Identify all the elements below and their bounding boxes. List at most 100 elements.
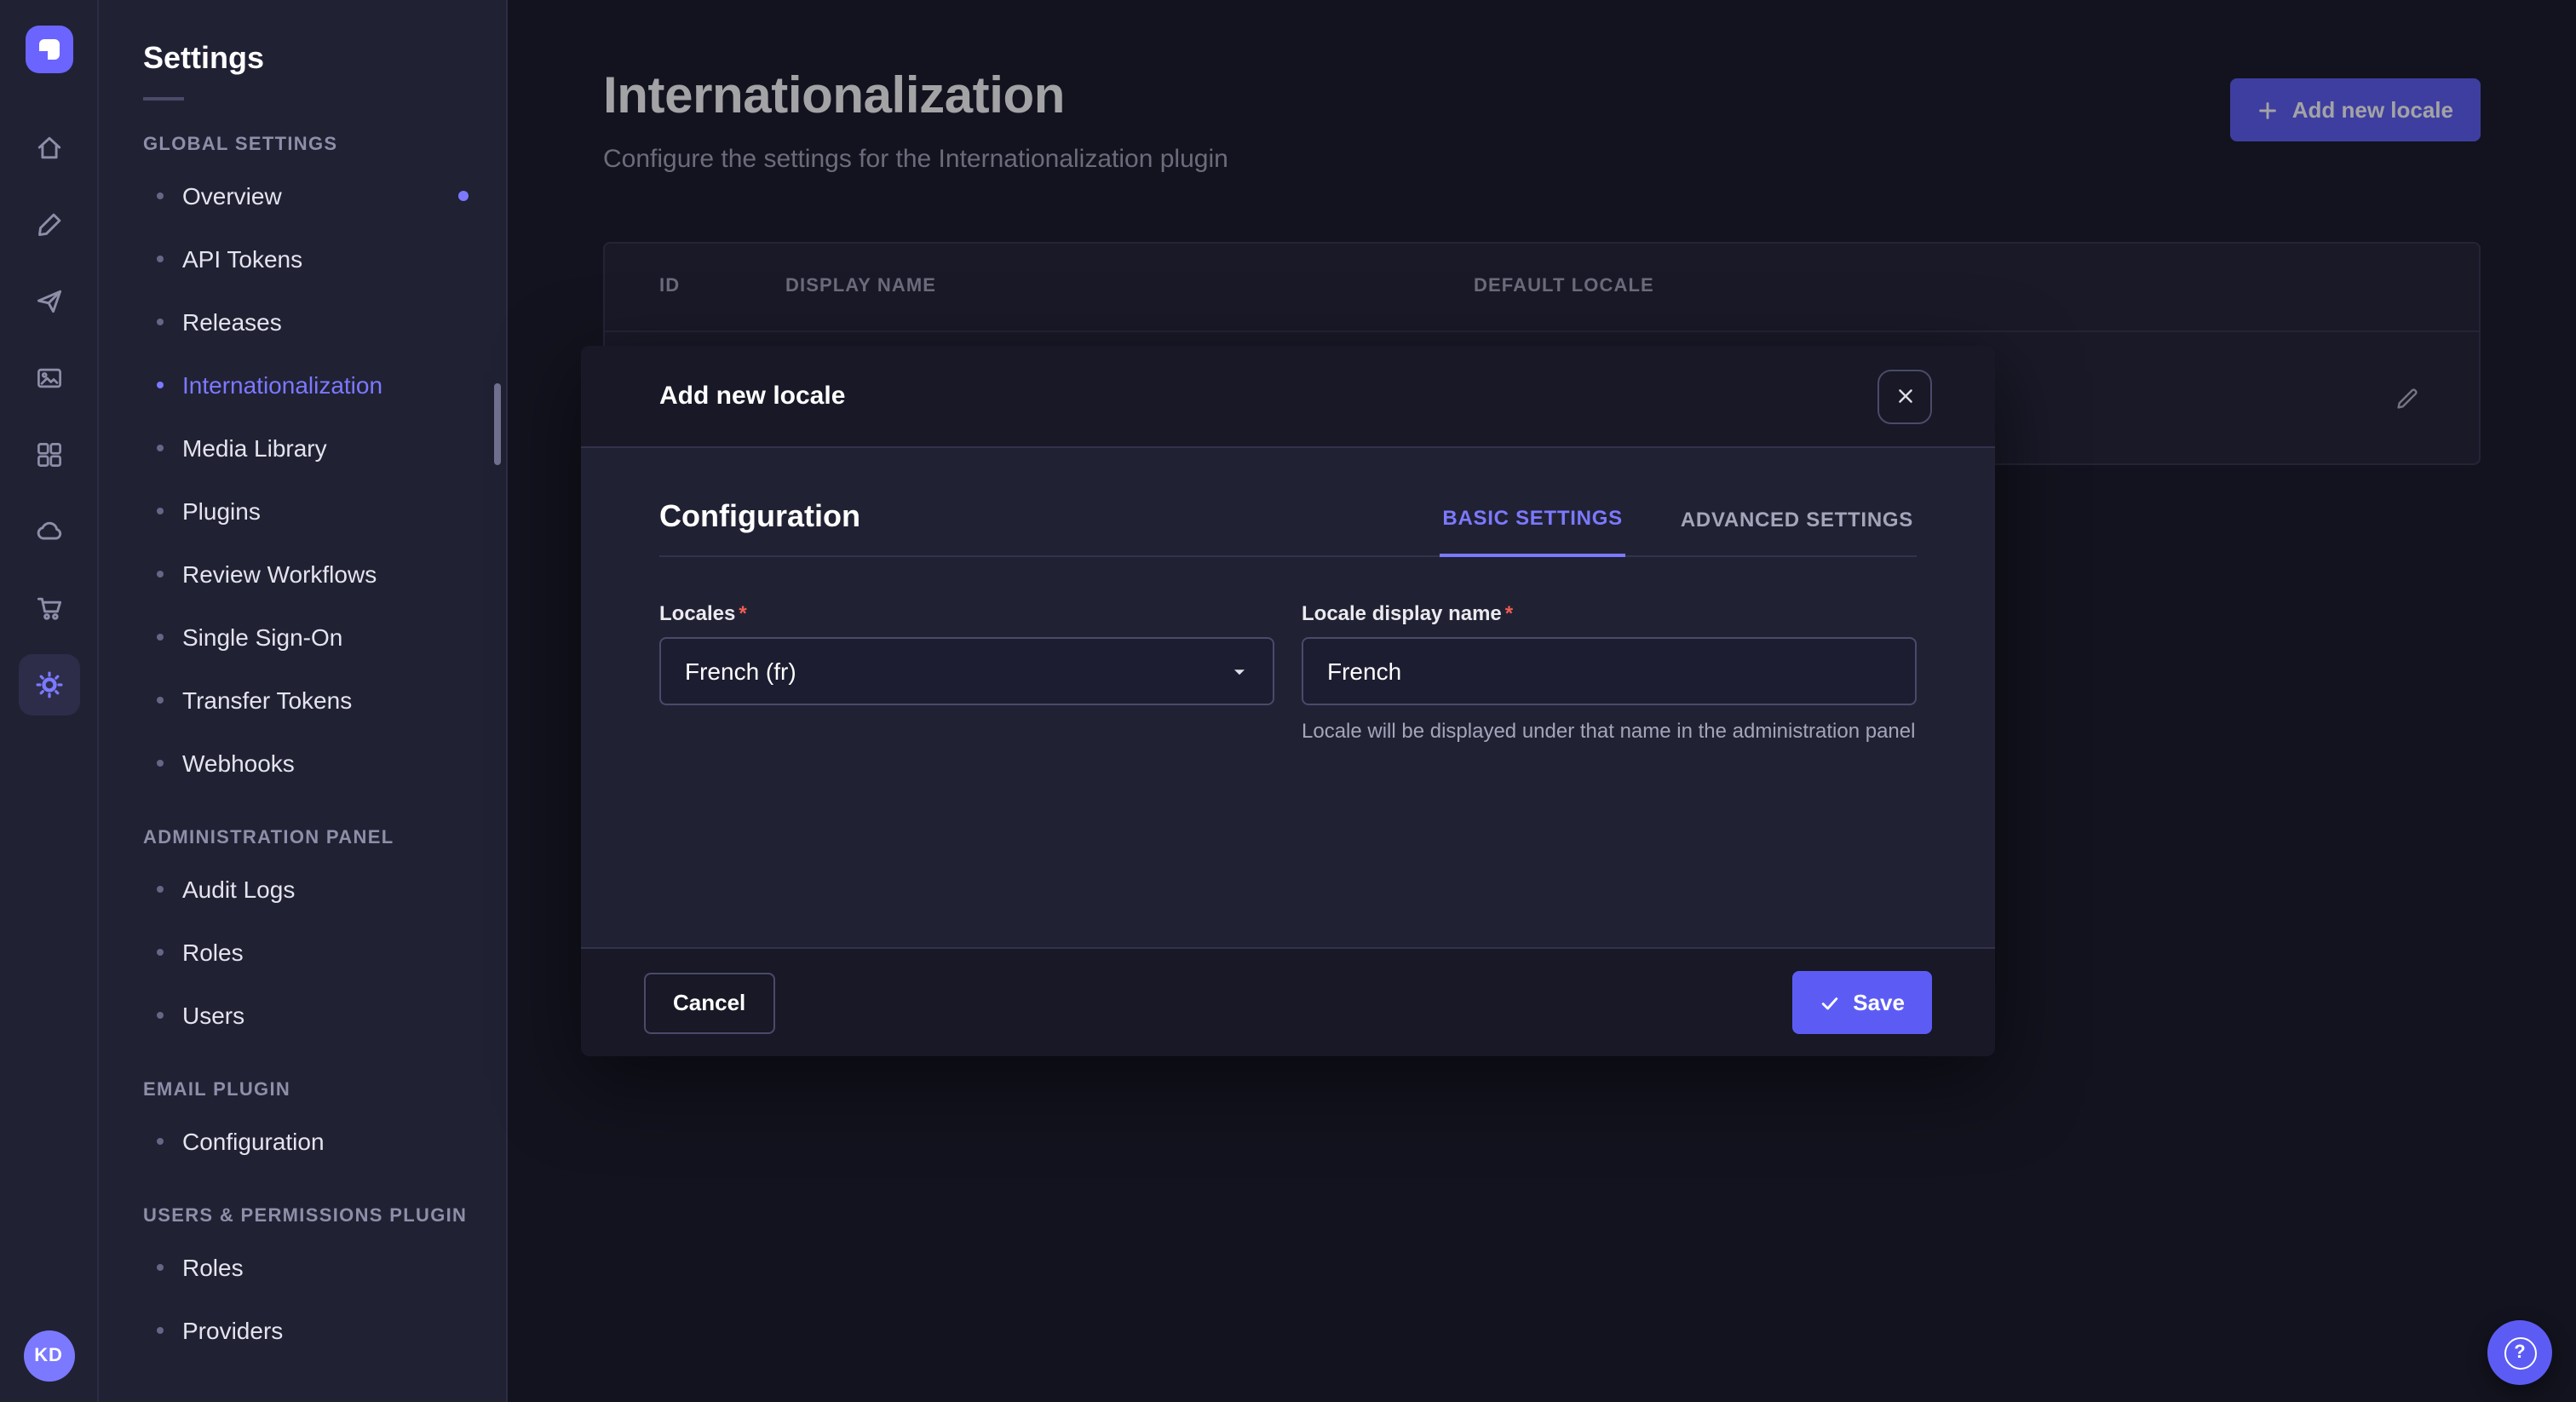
display-name-label-text: Locale display name bbox=[1302, 601, 1502, 625]
sidebar-item-overview[interactable]: Overview bbox=[143, 164, 506, 227]
nav-deploy-button[interactable] bbox=[18, 271, 79, 332]
bullet-dot bbox=[157, 444, 164, 451]
sidebar-title-divider bbox=[143, 97, 184, 101]
gear-icon bbox=[33, 669, 64, 700]
sidebar-item-label: Configuration bbox=[182, 1127, 325, 1154]
bullet-dot bbox=[157, 570, 164, 577]
question-mark-glyph: ? bbox=[2514, 1342, 2525, 1363]
sidebar-item-label: Webhooks bbox=[182, 749, 295, 776]
add-locale-modal: Add new locale Configuration BASIC SETTI… bbox=[581, 346, 1995, 1056]
nav-content-manager-button[interactable] bbox=[18, 424, 79, 486]
sidebar-item-label: Releases bbox=[182, 307, 282, 335]
bullet-dot bbox=[157, 192, 164, 198]
sidebar-item-webhooks[interactable]: Webhooks bbox=[143, 731, 506, 794]
question-mark-icon: ? bbox=[2504, 1336, 2536, 1369]
sidebar-item-transfer-tokens[interactable]: Transfer Tokens bbox=[143, 668, 506, 731]
pen-icon bbox=[33, 210, 64, 240]
tab-basic-settings[interactable]: BASIC SETTINGS bbox=[1439, 506, 1625, 557]
bullet-dot bbox=[157, 633, 164, 640]
chevron-down-icon bbox=[1230, 662, 1249, 681]
sidebar-item-up-roles[interactable]: Roles bbox=[143, 1235, 506, 1298]
help-button[interactable]: ? bbox=[2487, 1320, 2552, 1385]
sidebar-item-email-configuration[interactable]: Configuration bbox=[143, 1109, 506, 1172]
sidebar-item-label: Plugins bbox=[182, 497, 261, 524]
section-header-administration-panel: ADMINISTRATION PANEL bbox=[143, 828, 506, 848]
bullet-dot bbox=[157, 1011, 164, 1018]
sidebar-item-media-library[interactable]: Media Library bbox=[143, 416, 506, 479]
settings-tabs: BASIC SETTINGS ADVANCED SETTINGS bbox=[1439, 506, 1917, 555]
nav-home-button[interactable] bbox=[18, 118, 79, 179]
close-icon bbox=[1895, 387, 1914, 405]
sidebar-scrollbar-thumb[interactable] bbox=[494, 383, 501, 465]
section-global-settings: GLOBAL SETTINGS Overview API Tokens Rele… bbox=[143, 135, 506, 794]
sidebar-item-label: Roles bbox=[182, 1253, 244, 1280]
locales-select-value: French (fr) bbox=[685, 658, 796, 685]
sidebar-item-label: Audit Logs bbox=[182, 875, 295, 902]
nav-media-library-button[interactable] bbox=[18, 348, 79, 409]
check-icon bbox=[1819, 992, 1839, 1013]
nav-settings-button[interactable] bbox=[18, 654, 79, 715]
sidebar-item-releases[interactable]: Releases bbox=[143, 290, 506, 353]
sidebar-item-label: Review Workflows bbox=[182, 560, 377, 587]
locale-display-name-input[interactable] bbox=[1302, 637, 1917, 705]
modal-header: Add new locale bbox=[581, 346, 1995, 448]
tab-advanced-settings[interactable]: ADVANCED SETTINGS bbox=[1677, 506, 1917, 555]
display-name-hint: Locale will be displayed under that name… bbox=[1302, 717, 1917, 747]
modal-body: Configuration BASIC SETTINGS ADVANCED SE… bbox=[581, 448, 1995, 947]
required-asterisk: * bbox=[1505, 601, 1513, 625]
sidebar-item-label: Users bbox=[182, 1001, 244, 1028]
bullet-dot bbox=[157, 507, 164, 514]
grid-icon bbox=[33, 440, 64, 470]
cart-icon bbox=[33, 593, 64, 623]
configuration-header-row: Configuration BASIC SETTINGS ADVANCED SE… bbox=[659, 499, 1917, 557]
modal-footer: Cancel Save bbox=[581, 947, 1995, 1056]
notification-dot bbox=[458, 190, 469, 200]
sidebar-item-review-workflows[interactable]: Review Workflows bbox=[143, 542, 506, 605]
save-button[interactable]: Save bbox=[1791, 971, 1932, 1034]
nav-content-type-builder-button[interactable] bbox=[18, 194, 79, 256]
locales-label: Locales* bbox=[659, 601, 1274, 625]
bullet-dot bbox=[157, 1326, 164, 1333]
bullet-dot bbox=[157, 696, 164, 703]
sidebar-item-audit-logs[interactable]: Audit Logs bbox=[143, 857, 506, 920]
configuration-heading: Configuration bbox=[659, 499, 860, 555]
sidebar-item-label: Providers bbox=[182, 1316, 283, 1343]
bullet-dot bbox=[157, 759, 164, 766]
sidebar-item-label: API Tokens bbox=[182, 244, 302, 272]
sidebar-title: Settings bbox=[143, 41, 506, 77]
sidebar-item-api-tokens[interactable]: API Tokens bbox=[143, 227, 506, 290]
strapi-logo[interactable] bbox=[25, 26, 72, 73]
locales-select[interactable]: French (fr) bbox=[659, 637, 1274, 705]
cancel-button-label: Cancel bbox=[673, 990, 745, 1015]
strapi-settings-app: KD Settings GLOBAL SETTINGS Overview API… bbox=[0, 0, 2576, 1402]
user-avatar[interactable]: KD bbox=[23, 1330, 74, 1382]
section-header-email-plugin: EMAIL PLUGIN bbox=[143, 1080, 506, 1100]
section-header-users-permissions: USERS & PERMISSIONS PLUGIN bbox=[143, 1206, 506, 1227]
cancel-button[interactable]: Cancel bbox=[644, 972, 774, 1033]
locales-label-text: Locales bbox=[659, 601, 735, 625]
sidebar-item-providers[interactable]: Providers bbox=[143, 1298, 506, 1361]
sidebar-item-users[interactable]: Users bbox=[143, 983, 506, 1046]
paper-plane-icon bbox=[33, 286, 64, 317]
sidebar-item-label: Internationalization bbox=[182, 371, 382, 398]
nav-cloud-button[interactable] bbox=[18, 501, 79, 562]
cloud-icon bbox=[33, 516, 64, 547]
modal-title: Add new locale bbox=[659, 382, 845, 411]
sidebar-item-plugins[interactable]: Plugins bbox=[143, 479, 506, 542]
sidebar-item-admin-roles[interactable]: Roles bbox=[143, 920, 506, 983]
bullet-dot bbox=[157, 1137, 164, 1144]
bullet-dot bbox=[157, 885, 164, 892]
home-icon bbox=[33, 133, 64, 164]
bullet-dot bbox=[157, 255, 164, 261]
sidebar-item-internationalization[interactable]: Internationalization bbox=[143, 353, 506, 416]
sidebar-item-single-sign-on[interactable]: Single Sign-On bbox=[143, 605, 506, 668]
nav-marketplace-button[interactable] bbox=[18, 577, 79, 639]
close-modal-button[interactable] bbox=[1877, 369, 1932, 423]
section-administration-panel: ADMINISTRATION PANEL Audit Logs Roles Us… bbox=[143, 828, 506, 1046]
bullet-dot bbox=[157, 1263, 164, 1270]
display-name-label: Locale display name* bbox=[1302, 601, 1917, 625]
sidebar-item-label: Media Library bbox=[182, 434, 327, 461]
bullet-dot bbox=[157, 318, 164, 325]
display-name-field: Locale display name* Locale will be disp… bbox=[1302, 601, 1917, 747]
required-asterisk: * bbox=[739, 601, 746, 625]
